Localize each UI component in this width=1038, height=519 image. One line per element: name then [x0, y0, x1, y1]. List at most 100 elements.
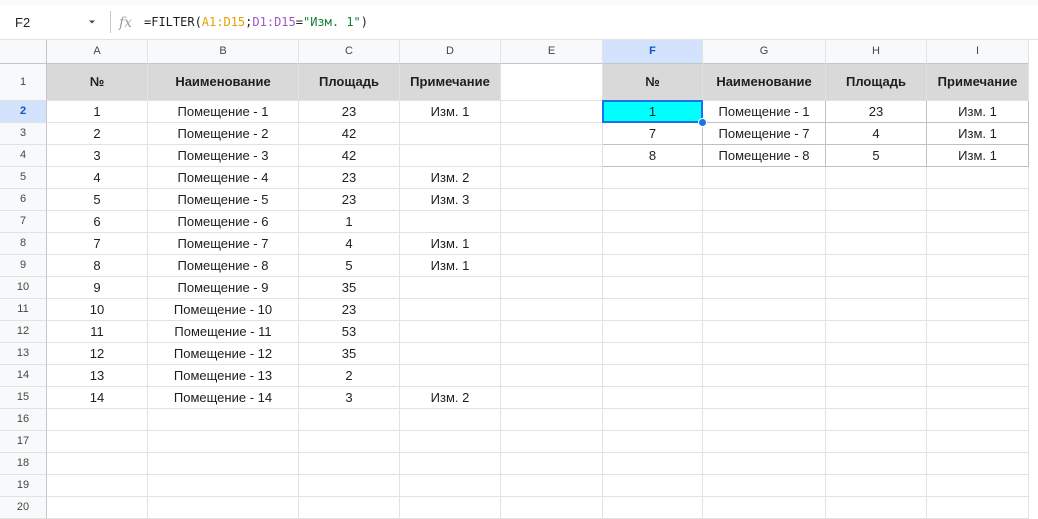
result-cell-area[interactable]: 5 [826, 145, 927, 167]
empty-cell[interactable] [501, 167, 603, 189]
empty-cell[interactable] [927, 299, 1029, 321]
row-header-13[interactable]: 13 [0, 343, 47, 365]
active-cell[interactable]: 1 [603, 101, 703, 123]
empty-cell[interactable] [148, 431, 299, 453]
source-cell-note[interactable] [400, 145, 501, 167]
empty-cell[interactable] [501, 64, 603, 101]
formula-input[interactable]: =FILTER(A1:D15;D1:D15="Изм. 1") [144, 15, 368, 29]
empty-cell[interactable] [927, 387, 1029, 409]
empty-cell[interactable] [501, 431, 603, 453]
source-cell-area[interactable]: 35 [299, 277, 400, 299]
empty-cell[interactable] [826, 453, 927, 475]
empty-cell[interactable] [603, 321, 703, 343]
empty-cell[interactable] [826, 409, 927, 431]
empty-cell[interactable] [299, 453, 400, 475]
empty-cell[interactable] [826, 189, 927, 211]
empty-cell[interactable] [148, 497, 299, 519]
row-header-1[interactable]: 1 [0, 64, 47, 101]
source-cell-area[interactable]: 4 [299, 233, 400, 255]
column-header-c[interactable]: C [299, 40, 400, 64]
result-cell-number[interactable]: 8 [603, 145, 703, 167]
empty-cell[interactable] [299, 497, 400, 519]
empty-cell[interactable] [603, 189, 703, 211]
empty-cell[interactable] [400, 497, 501, 519]
result-cell-name[interactable]: Помещение - 1 [703, 101, 826, 123]
empty-cell[interactable] [703, 365, 826, 387]
source-cell-area[interactable]: 53 [299, 321, 400, 343]
source-header-name[interactable]: Наименование [148, 64, 299, 101]
empty-cell[interactable] [703, 167, 826, 189]
source-cell-note[interactable]: Изм. 1 [400, 233, 501, 255]
source-cell-note[interactable]: Изм. 1 [400, 101, 501, 123]
source-cell-note[interactable]: Изм. 1 [400, 255, 501, 277]
empty-cell[interactable] [826, 167, 927, 189]
empty-cell[interactable] [501, 299, 603, 321]
empty-cell[interactable] [927, 453, 1029, 475]
empty-cell[interactable] [603, 343, 703, 365]
column-header-g[interactable]: G [703, 40, 826, 64]
empty-cell[interactable] [703, 431, 826, 453]
empty-cell[interactable] [501, 497, 603, 519]
empty-cell[interactable] [501, 277, 603, 299]
empty-cell[interactable] [603, 211, 703, 233]
empty-cell[interactable] [603, 453, 703, 475]
result-cell-name[interactable]: Помещение - 8 [703, 145, 826, 167]
empty-cell[interactable] [703, 453, 826, 475]
source-cell-area[interactable]: 42 [299, 145, 400, 167]
source-cell-area[interactable]: 35 [299, 343, 400, 365]
row-header-10[interactable]: 10 [0, 277, 47, 299]
result-header-number[interactable]: № [603, 64, 703, 101]
empty-cell[interactable] [703, 255, 826, 277]
empty-cell[interactable] [148, 409, 299, 431]
column-header-a[interactable]: A [47, 40, 148, 64]
empty-cell[interactable] [703, 277, 826, 299]
empty-cell[interactable] [501, 211, 603, 233]
empty-cell[interactable] [826, 321, 927, 343]
source-cell-note[interactable] [400, 365, 501, 387]
empty-cell[interactable] [47, 431, 148, 453]
empty-cell[interactable] [703, 409, 826, 431]
source-cell-name[interactable]: Помещение - 4 [148, 167, 299, 189]
source-cell-name[interactable]: Помещение - 13 [148, 365, 299, 387]
source-cell-number[interactable]: 2 [47, 123, 148, 145]
empty-cell[interactable] [927, 409, 1029, 431]
row-header-8[interactable]: 8 [0, 233, 47, 255]
row-header-4[interactable]: 4 [0, 145, 47, 167]
source-cell-note[interactable]: Изм. 2 [400, 167, 501, 189]
row-header-19[interactable]: 19 [0, 475, 47, 497]
source-cell-name[interactable]: Помещение - 9 [148, 277, 299, 299]
result-header-note[interactable]: Примечание [927, 64, 1029, 101]
source-cell-area[interactable]: 42 [299, 123, 400, 145]
empty-cell[interactable] [826, 277, 927, 299]
row-header-7[interactable]: 7 [0, 211, 47, 233]
empty-cell[interactable] [603, 409, 703, 431]
source-cell-note[interactable] [400, 277, 501, 299]
row-header-12[interactable]: 12 [0, 321, 47, 343]
row-header-3[interactable]: 3 [0, 123, 47, 145]
source-cell-area[interactable]: 5 [299, 255, 400, 277]
empty-cell[interactable] [826, 211, 927, 233]
empty-cell[interactable] [400, 431, 501, 453]
source-cell-number[interactable]: 12 [47, 343, 148, 365]
row-header-6[interactable]: 6 [0, 189, 47, 211]
source-cell-note[interactable]: Изм. 2 [400, 387, 501, 409]
empty-cell[interactable] [299, 409, 400, 431]
empty-cell[interactable] [501, 365, 603, 387]
empty-cell[interactable] [501, 233, 603, 255]
name-box[interactable]: F2 [0, 5, 110, 39]
empty-cell[interactable] [603, 431, 703, 453]
source-cell-name[interactable]: Помещение - 8 [148, 255, 299, 277]
empty-cell[interactable] [927, 475, 1029, 497]
column-header-b[interactable]: B [148, 40, 299, 64]
source-cell-number[interactable]: 10 [47, 299, 148, 321]
source-cell-number[interactable]: 13 [47, 365, 148, 387]
source-cell-number[interactable]: 7 [47, 233, 148, 255]
source-header-area[interactable]: Площадь [299, 64, 400, 101]
empty-cell[interactable] [501, 409, 603, 431]
empty-cell[interactable] [826, 431, 927, 453]
empty-cell[interactable] [826, 497, 927, 519]
source-cell-number[interactable]: 4 [47, 167, 148, 189]
source-header-number[interactable]: № [47, 64, 148, 101]
empty-cell[interactable] [927, 167, 1029, 189]
result-header-name[interactable]: Наименование [703, 64, 826, 101]
